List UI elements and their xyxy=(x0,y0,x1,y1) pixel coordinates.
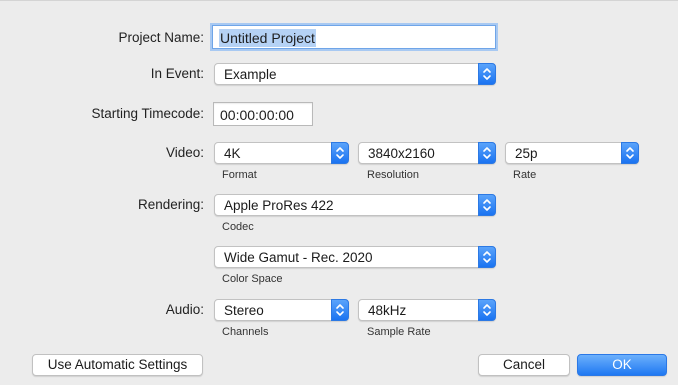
updown-chevron-icon xyxy=(331,142,349,164)
ok-button[interactable]: OK xyxy=(577,354,667,376)
audio-label: Audio: xyxy=(165,302,204,317)
video-format-popup[interactable]: 4K xyxy=(214,142,349,164)
video-resolution-value: 3840x2160 xyxy=(368,146,435,161)
project-name-value: Untitled Project xyxy=(219,29,316,47)
rendering-codec-popup[interactable]: Apple ProRes 422 xyxy=(214,194,496,216)
starting-timecode-field[interactable]: 00:00:00:00 xyxy=(213,102,313,126)
rendering-codec-caption: Codec xyxy=(222,221,254,233)
updown-chevron-icon xyxy=(478,142,496,164)
in-event-value: Example xyxy=(224,67,277,82)
new-project-dialog: Project Name: Untitled Project In Event:… xyxy=(0,0,678,385)
cancel-button[interactable]: Cancel xyxy=(478,354,570,376)
updown-chevron-icon xyxy=(478,299,496,321)
updown-chevron-icon xyxy=(621,142,639,164)
updown-chevron-icon xyxy=(331,299,349,321)
audio-sample-rate-popup[interactable]: 48kHz xyxy=(358,299,496,321)
audio-sample-rate-value: 48kHz xyxy=(368,303,407,318)
video-rate-caption: Rate xyxy=(513,169,537,181)
video-resolution-caption: Resolution xyxy=(367,169,419,181)
project-name-label: Project Name: xyxy=(118,30,204,45)
video-rate-value: 25p xyxy=(515,146,538,161)
video-resolution-popup[interactable]: 3840x2160 xyxy=(358,142,496,164)
updown-chevron-icon xyxy=(478,246,496,268)
video-format-value: 4K xyxy=(224,146,241,161)
in-event-label: In Event: xyxy=(150,66,204,81)
color-space-popup[interactable]: Wide Gamut - Rec. 2020 xyxy=(214,246,496,268)
audio-channels-value: Stereo xyxy=(224,303,264,318)
use-automatic-settings-button[interactable]: Use Automatic Settings xyxy=(32,354,203,376)
updown-chevron-icon xyxy=(478,63,496,85)
video-label: Video: xyxy=(165,145,204,160)
starting-timecode-label: Starting Timecode: xyxy=(91,106,204,121)
video-format-caption: Format xyxy=(222,169,257,181)
audio-sample-rate-caption: Sample Rate xyxy=(367,326,431,338)
color-space-caption: Color Space xyxy=(222,273,283,285)
project-name-field[interactable]: Untitled Project xyxy=(212,25,496,49)
video-rate-popup[interactable]: 25p xyxy=(505,142,639,164)
rendering-label: Rendering: xyxy=(137,197,204,212)
updown-chevron-icon xyxy=(478,194,496,216)
rendering-codec-value: Apple ProRes 422 xyxy=(224,198,334,213)
audio-channels-popup[interactable]: Stereo xyxy=(214,299,349,321)
in-event-popup[interactable]: Example xyxy=(214,63,496,85)
color-space-value: Wide Gamut - Rec. 2020 xyxy=(224,250,373,265)
audio-channels-caption: Channels xyxy=(222,326,269,338)
